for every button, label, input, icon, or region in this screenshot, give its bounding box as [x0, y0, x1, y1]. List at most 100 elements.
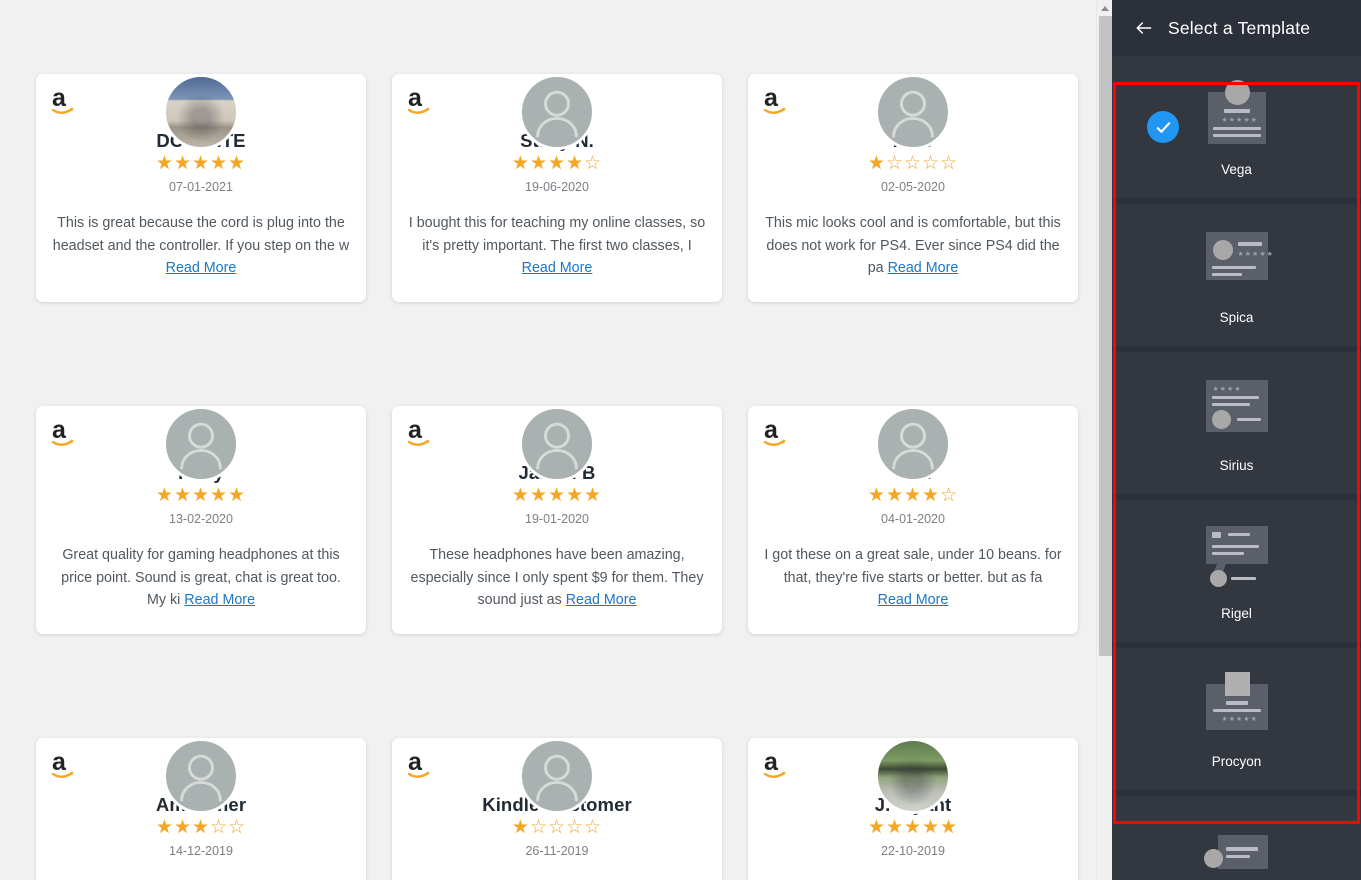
svg-text:a: a: [408, 416, 423, 444]
app-root: a DOLIMITE ★★★★★ 07-01-2021 This is grea…: [0, 0, 1361, 880]
review-text: I bought this for teaching my online cla…: [409, 215, 705, 254]
review-card: a J.W. ★★★★☆ 04-01-2020 I got these on a…: [748, 362, 1078, 634]
template-item-procyon[interactable]: ★★★★★ Procyon: [1112, 648, 1361, 796]
amazon-logo-icon: a: [406, 416, 446, 450]
review-text-block: Great quality for gaming headphones at t…: [52, 544, 350, 612]
read-more-link[interactable]: Read More: [184, 592, 255, 608]
avatar: [163, 738, 239, 814]
review-date: 22-10-2019: [764, 844, 1062, 858]
review-date: 04-01-2020: [764, 512, 1062, 526]
review-text-block: This is great because the cord is plug i…: [52, 212, 350, 280]
svg-text:a: a: [408, 748, 423, 776]
review-card: a Alec ★☆☆☆☆ 02-05-2020 This mic looks c…: [748, 30, 1078, 302]
amazon-logo-icon: a: [762, 748, 802, 782]
review-card: a Amazoner ★★★☆☆ 14-12-2019 update: redu…: [36, 694, 366, 880]
avatar: [163, 406, 239, 482]
amazon-logo-icon: a: [762, 84, 802, 118]
amazon-logo-icon: a: [406, 748, 446, 782]
read-more-link[interactable]: Read More: [888, 260, 959, 276]
star-rating: ★★★★☆: [408, 154, 706, 174]
panel-title: Select a Template: [1168, 18, 1310, 39]
template-label: Rigel: [1221, 606, 1252, 621]
svg-text:a: a: [764, 748, 779, 776]
review-text-block: These headphones have been amazing, espe…: [408, 544, 706, 612]
review-date: 13-02-2020: [52, 512, 350, 526]
svg-text:a: a: [52, 84, 67, 112]
svg-text:a: a: [52, 748, 67, 776]
star-rating: ★★★★☆: [764, 486, 1062, 506]
template-list: ★★★★★ Vega ★★★★★ Spica ★★★★ Sirius: [1112, 56, 1361, 880]
template-item-vega[interactable]: ★★★★★ Vega: [1112, 56, 1361, 204]
review-text-block: I bought this for teaching my online cla…: [408, 212, 706, 280]
template-panel: Select a Template ★★★★★ Vega ★★★★★ Spica…: [1112, 0, 1361, 880]
star-rating: ★★★★★: [764, 818, 1062, 838]
avatar: [875, 738, 951, 814]
reviews-canvas-inner: a DOLIMITE ★★★★★ 07-01-2021 This is grea…: [0, 0, 1112, 880]
panel-header: Select a Template: [1112, 0, 1361, 56]
review-card-body: a Stacy N. ★★★★☆ 19-06-2020 I bought thi…: [392, 74, 722, 302]
review-date: 14-12-2019: [52, 844, 350, 858]
template-label: Spica: [1220, 310, 1254, 325]
review-date: 26-11-2019: [408, 844, 706, 858]
avatar: [875, 74, 951, 150]
review-card: a J. Wyant ★★★★★ 22-10-2019 Wasn't sure …: [748, 694, 1078, 880]
template-label: Sirius: [1220, 458, 1254, 473]
scrollbar-thumb[interactable]: [1099, 16, 1112, 656]
template-thumbnail: [1200, 825, 1274, 880]
reviews-canvas: a DOLIMITE ★★★★★ 07-01-2021 This is grea…: [0, 0, 1112, 880]
read-more-link[interactable]: Read More: [166, 260, 237, 276]
avatar: [875, 406, 951, 482]
svg-text:a: a: [764, 416, 779, 444]
selected-check-icon: [1147, 111, 1179, 143]
template-thumbnail: ★★★★★: [1200, 670, 1274, 744]
star-rating: ★☆☆☆☆: [764, 154, 1062, 174]
amazon-logo-icon: a: [406, 84, 446, 118]
template-item-spica[interactable]: ★★★★★ Spica: [1112, 204, 1361, 352]
star-rating: ★★★★★: [52, 486, 350, 506]
template-thumbnail: ★★★★★: [1200, 78, 1274, 152]
review-card-body: a J. Wyant ★★★★★ 22-10-2019 Wasn't sure …: [748, 738, 1078, 880]
amazon-logo-icon: a: [762, 416, 802, 450]
review-card: a DOLIMITE ★★★★★ 07-01-2021 This is grea…: [36, 30, 366, 302]
read-more-link[interactable]: Read More: [566, 592, 637, 608]
svg-text:a: a: [764, 84, 779, 112]
review-card: a Holly ★★★★★ 13-02-2020 Great quality f…: [36, 362, 366, 634]
amazon-logo-icon: a: [50, 748, 90, 782]
review-card-body: a DOLIMITE ★★★★★ 07-01-2021 This is grea…: [36, 74, 366, 302]
star-rating: ★★★☆☆: [52, 818, 350, 838]
review-text: This is great because the cord is plug i…: [53, 215, 349, 254]
review-text-block: Absolute trash. Return window closed yes…: [408, 876, 706, 880]
review-date: 02-05-2020: [764, 180, 1062, 194]
review-text: I got these on a great sale, under 10 be…: [764, 547, 1061, 586]
template-thumbnail: ★★★★★: [1200, 226, 1274, 300]
svg-text:a: a: [52, 416, 67, 444]
template-label: Procyon: [1212, 754, 1262, 769]
read-more-link[interactable]: Read More: [878, 592, 949, 608]
template-item-rigel[interactable]: Rigel: [1112, 500, 1361, 648]
review-card: a Stacy N. ★★★★☆ 19-06-2020 I bought thi…: [392, 30, 722, 302]
template-item-partial[interactable]: [1112, 796, 1361, 880]
avatar: [519, 738, 595, 814]
review-grid: a DOLIMITE ★★★★★ 07-01-2021 This is grea…: [36, 30, 1082, 880]
read-more-link[interactable]: Read More: [522, 260, 593, 276]
review-date: 19-01-2020: [408, 512, 706, 526]
template-thumbnail: ★★★★: [1200, 374, 1274, 448]
avatar: [519, 406, 595, 482]
review-card-body: a Holly ★★★★★ 13-02-2020 Great quality f…: [36, 406, 366, 634]
review-card-body: a Alec ★☆☆☆☆ 02-05-2020 This mic looks c…: [748, 74, 1078, 302]
review-card: a Jarrod B ★★★★★ 19-01-2020 These headph…: [392, 362, 722, 634]
star-rating: ★★★★★: [408, 486, 706, 506]
review-text-block: Wasn't sure about these with the price b…: [764, 876, 1062, 880]
template-item-sirius[interactable]: ★★★★ Sirius: [1112, 352, 1361, 500]
amazon-logo-icon: a: [50, 416, 90, 450]
review-text-block: update: reduced one star. The mic is use…: [52, 876, 350, 880]
review-card-body: a Jarrod B ★★★★★ 19-01-2020 These headph…: [392, 406, 722, 634]
star-rating: ★★★★★: [52, 154, 350, 174]
scroll-up-arrow-icon[interactable]: [1097, 0, 1112, 16]
review-card-body: a Kindle Customer ★☆☆☆☆ 26-11-2019 Absol…: [392, 738, 722, 880]
star-rating: ★☆☆☆☆: [408, 818, 706, 838]
avatar: [163, 74, 239, 150]
back-arrow-icon[interactable]: [1134, 18, 1154, 38]
template-thumbnail: [1200, 522, 1274, 596]
vertical-scrollbar[interactable]: [1096, 0, 1112, 880]
